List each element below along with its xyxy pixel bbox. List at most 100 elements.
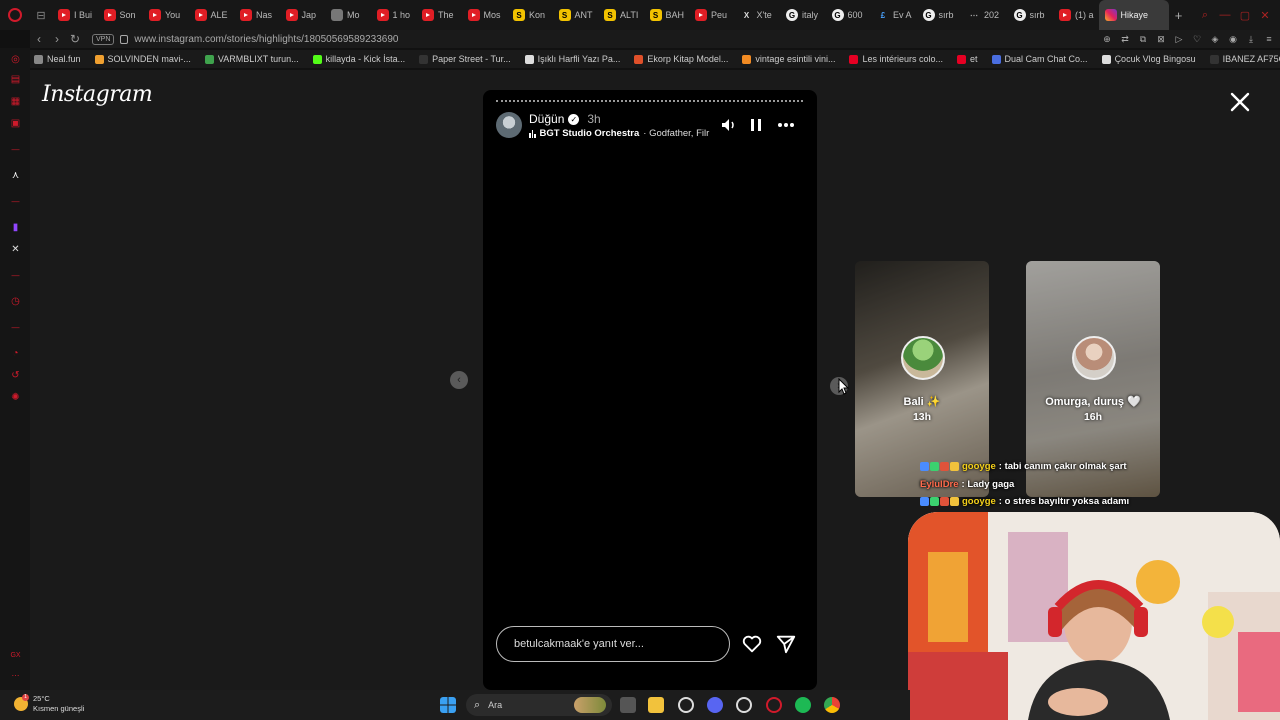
zoom-icon[interactable]: ⊕ [1102,34,1112,44]
steam-icon[interactable] [678,697,694,713]
bookmark-item[interactable]: SOLVINDEN mavi-... [94,54,191,64]
browser-tab[interactable]: Nas [234,0,280,30]
share-send-icon[interactable] [775,633,797,655]
browser-tab[interactable]: S Kon [507,0,553,30]
shield-icon[interactable]: ⊠ [1156,34,1166,44]
browser-tab[interactable]: ⋯ 202 [962,0,1008,30]
browser-tab[interactable]: Jap [280,0,326,30]
bookmark-item[interactable]: vintage esintili vini... [742,54,835,64]
file-explorer-icon[interactable] [648,697,664,713]
vpn-badge[interactable]: VPN [92,33,115,45]
bookmarks-more-icon[interactable]: › [1269,54,1272,65]
volume-icon[interactable] [719,115,739,135]
profile-icon[interactable]: ◉ [1228,34,1238,44]
bookmark-item[interactable]: Les intérieurs colo... [849,54,943,64]
bookmark-item[interactable]: Işıklı Harfli Yazı Pa... [524,54,620,64]
settings-icon[interactable]: ✺ [10,392,21,403]
browser-tab[interactable]: S ALTI [598,0,644,30]
lock-icon[interactable] [120,34,129,44]
reply-input[interactable]: betulcakmaak'e yanıt ver... [496,626,730,662]
browser-tab[interactable]: You [143,0,189,30]
verified-icon: ✓ [568,113,580,125]
bookmark-item[interactable]: Çocuk Vlog Bingosu [1101,54,1196,64]
more-options-icon[interactable] [776,115,796,135]
browser-tab[interactable]: S ANT [553,0,599,30]
downloads-icon[interactable]: ⤓ [1246,34,1256,44]
like-heart-icon[interactable] [741,633,763,655]
browser-tab[interactable]: Hikaye [1098,0,1169,30]
url-field[interactable]: www.instagram.com/stories/highlights/180… [134,34,398,45]
sync-icon[interactable]: ↺ [10,370,21,381]
tab-list-icon[interactable]: ⊟ [30,0,52,30]
clock-icon[interactable]: ◔ [10,348,21,359]
chrome-icon[interactable] [824,697,840,713]
opera-logo-icon[interactable] [0,0,30,30]
browser-tab[interactable]: The [416,0,462,30]
bookmark-label: Ekorp Kitap Model... [647,54,729,64]
pause-icon[interactable] [746,115,766,135]
search-tabs-icon[interactable]: ⌕ [1198,8,1212,22]
back-icon[interactable]: ‹ [30,32,48,46]
favorites-icon[interactable]: ♡ [1192,34,1202,44]
browser-tab[interactable]: Mo [325,0,371,30]
previous-story-button[interactable]: ‹ [450,371,468,389]
music-artist: BGT Studio Orchestra [539,128,640,139]
bookmark-item[interactable]: Paper Street - Tur... [419,54,511,64]
browser-tab[interactable]: Gsırb [1008,0,1054,30]
forward-icon[interactable]: › [48,32,66,46]
maximize-icon[interactable]: ▢ [1238,8,1252,22]
browser-tab[interactable]: Peu [689,0,735,30]
aria-ai-icon[interactable]: ⋏ [10,170,21,181]
minimize-icon[interactable]: — [1218,8,1232,22]
bookmark-item[interactable]: Ekorp Kitap Model... [634,54,728,64]
bookmark-item[interactable]: Dual Cam Chat Co... [991,54,1088,64]
twitch-icon[interactable]: ▮ [10,222,21,233]
story-music[interactable]: BGT Studio Orchestra · Godfather, Filr [529,128,709,139]
menu-icon[interactable]: ≡ [1264,34,1274,44]
close-story-icon[interactable] [1228,90,1252,114]
player-icon[interactable]: ▷ [1174,34,1184,44]
avatar[interactable] [496,112,522,138]
weather-widget[interactable]: 1 25°C Kısmen güneşli [14,694,84,714]
aria-icon[interactable]: ◎ [10,54,21,65]
taskbar-search[interactable]: ⌕ Ara [466,694,612,716]
browser-tab[interactable]: £ Ev A [871,0,917,30]
close-window-icon[interactable]: ✕ [1258,8,1272,22]
app-icon[interactable] [736,697,752,713]
browser-tab[interactable]: 1 ho [371,0,417,30]
bookmark-item[interactable]: Neal.fun [34,54,81,64]
story-title[interactable]: Düğün [529,112,564,126]
task-view-icon[interactable] [620,697,636,713]
browser-tab[interactable]: Mos [462,0,508,30]
speed-dial-icon[interactable]: ▤ [10,74,21,85]
browser-tab[interactable]: S BAH [644,0,690,30]
translate-icon[interactable]: ⇄ [1120,34,1130,44]
more-icon[interactable]: ⋯ [10,670,21,681]
windows-start-icon[interactable] [440,697,456,713]
bookmark-item[interactable]: VARMBLIXT turun... [204,54,299,64]
reload-icon[interactable]: ↻ [66,32,84,46]
discord-icon[interactable] [707,697,723,713]
instagram-logo[interactable]: Instagram [42,82,153,107]
browser-tab[interactable]: ALE [189,0,235,30]
spotify-icon[interactable] [795,697,811,713]
browser-tab[interactable]: X X'te [735,0,781,30]
snapshot-icon[interactable]: ⧉ [1138,34,1148,44]
browser-tab[interactable]: Gitaly [780,0,826,30]
browser-tab[interactable]: Son [98,0,144,30]
bookmark-item[interactable]: et [957,54,978,64]
browser-tab[interactable]: G 600 [826,0,872,30]
browser-tab[interactable]: I Bui [52,0,98,30]
bookmark-item[interactable]: killayda - Kick İsta... [312,54,405,64]
browser-tab[interactable]: (1) a [1053,0,1099,30]
history-icon[interactable]: ◷ [10,296,21,307]
news-icon[interactable]: ▦ [10,96,21,107]
opera-gx-icon[interactable] [766,697,782,713]
wallet-icon[interactable]: ▣ [10,118,21,129]
bookmark-favicon-icon [204,54,214,64]
browser-tab[interactable]: Gsırb [917,0,963,30]
gx-icon[interactable]: GX [10,650,21,661]
extensions-icon[interactable]: ◈ [1210,34,1220,44]
new-tab-button[interactable]: + [1169,8,1189,23]
x-icon[interactable]: ✕ [10,244,21,255]
